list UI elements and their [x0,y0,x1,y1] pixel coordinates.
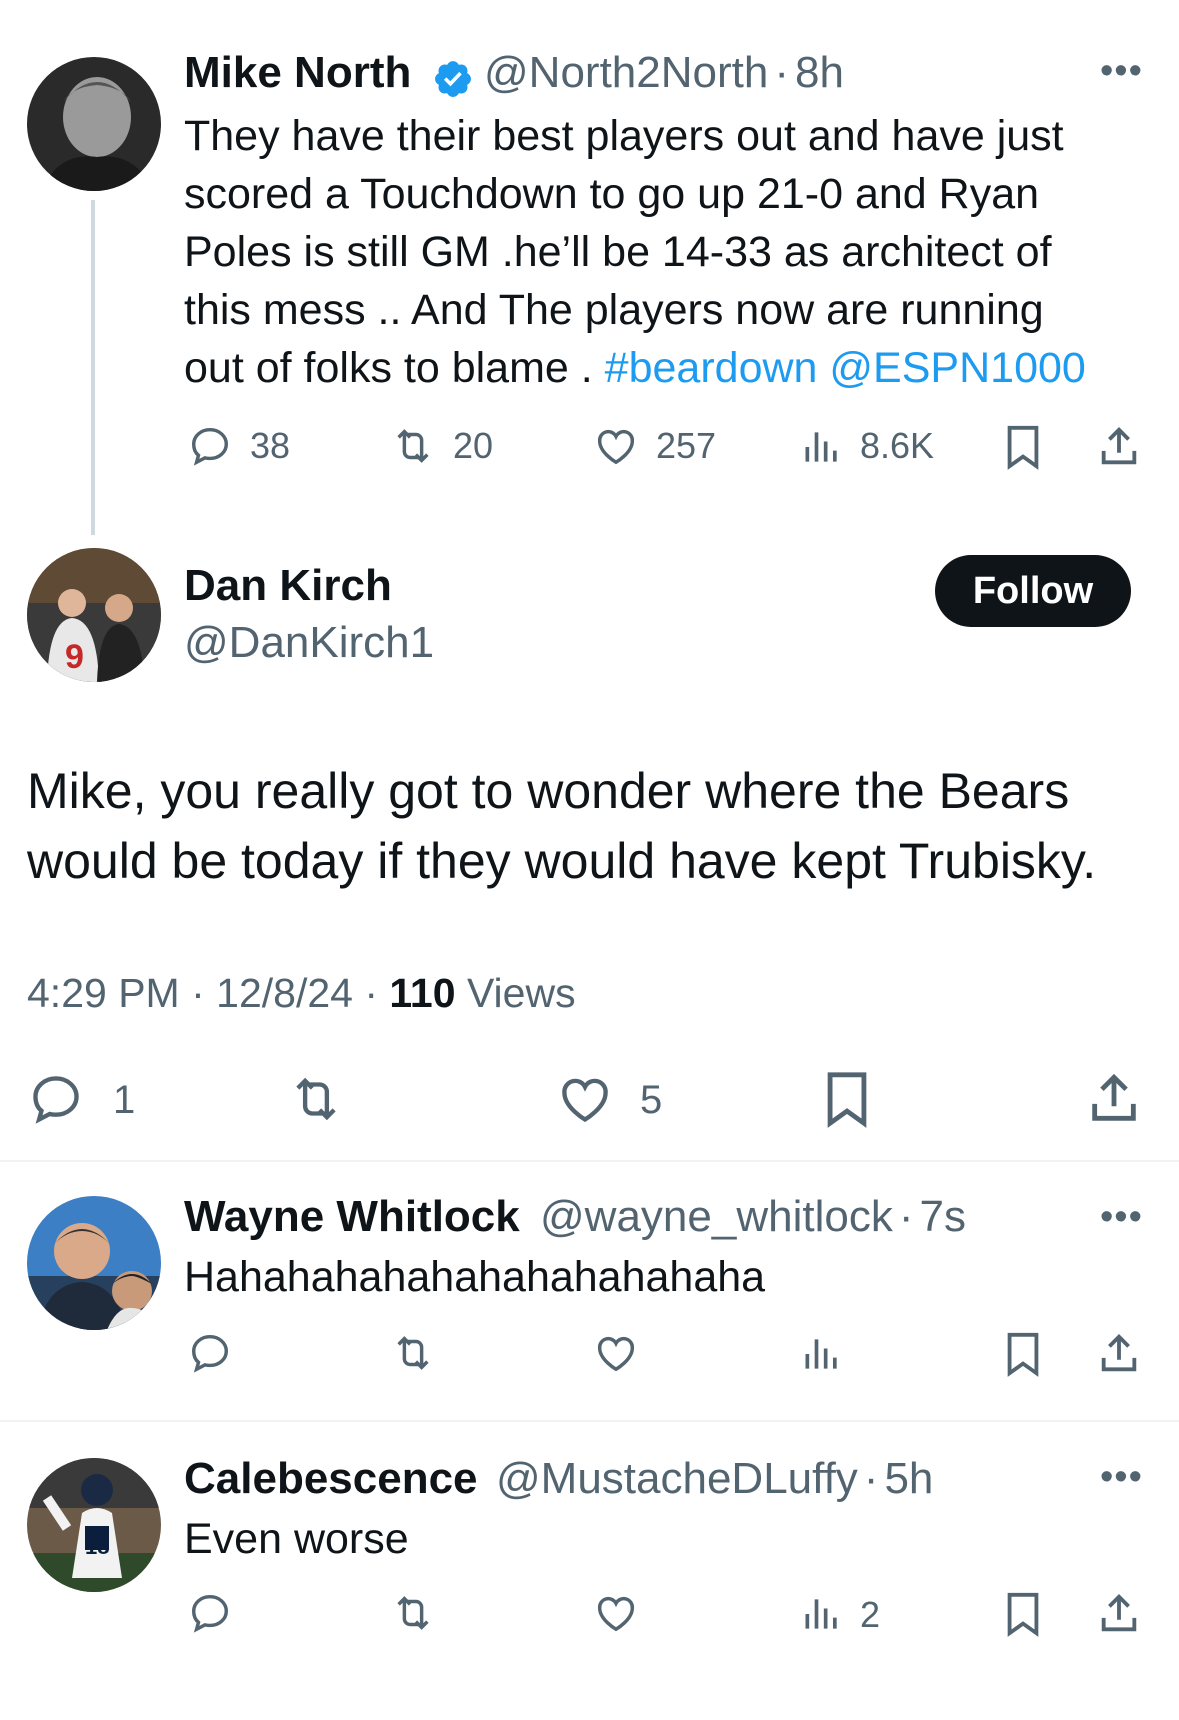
tweet-text-span: out of folks to blame . [184,344,605,392]
svg-text:18: 18 [85,1534,109,1559]
focus-tweet-text: Mike, you really got to wonder where the… [27,756,1157,896]
tweet-date[interactable]: 12/8/24 [216,970,353,1016]
author-name[interactable]: Calebescence [184,1454,478,1504]
hashtag-link[interactable]: #beardown [605,344,818,392]
share-icon[interactable] [1095,1331,1143,1377]
author-name[interactable]: Dan Kirch [184,561,392,611]
separator: · [774,48,789,97]
tweet-time[interactable]: 4:29 PM [27,970,180,1016]
retweet-icon[interactable] [388,1590,438,1636]
tweet-text-line: Mike, you really got to wonder where the… [27,763,1070,819]
tweet-text-line: Poles is still GM .he’ll be 14-33 as arc… [184,228,1052,276]
reply-count: 1 [113,1078,136,1122]
views-count: 2 [860,1594,881,1635]
avatar-dan-kirch[interactable]: 9 [27,548,161,682]
share-icon[interactable] [1085,1070,1143,1128]
retweet-icon[interactable] [284,1070,348,1128]
views-icon[interactable] [800,1592,844,1636]
timestamp: 5h [884,1454,934,1503]
tweet-text-line: out of folks to blame . #beardown @ESPN1… [184,339,1144,397]
reply-count: 38 [250,425,291,466]
tweet-text-line: scored a Touchdown to go up 21-0 and Rya… [184,170,1040,218]
bookmark-icon[interactable] [1003,1331,1043,1377]
thread-line [91,200,95,535]
avatar-mike-north[interactable] [27,57,161,191]
reply-icon[interactable] [187,1590,233,1636]
tweet-text: Even worse [184,1515,409,1563]
bookmark-icon[interactable] [1003,424,1043,470]
tweet-text-line: this mess .. And The players now are run… [184,286,1044,334]
tweet-text: They have their best players out and hav… [184,107,1144,397]
more-icon[interactable]: ••• [1100,1196,1143,1239]
verified-icon [435,61,471,97]
author-handle[interactable]: @DanKirch1 [184,618,434,668]
svg-text:9: 9 [65,638,84,676]
follow-button[interactable]: Follow [935,555,1131,627]
views-number: 110 [389,970,456,1016]
like-icon[interactable] [555,1070,615,1128]
author-name[interactable]: Wayne Whitlock [184,1192,520,1242]
like-icon[interactable] [592,423,640,469]
views-label: Views [466,970,576,1016]
views-count: 8.6K [860,425,935,466]
separator: · [898,1192,914,1241]
separator: · [352,970,390,1016]
like-count: 257 [656,425,717,466]
mention-link[interactable]: @ESPN1000 [829,344,1085,392]
handle-text: @MustacheDLuffy [496,1454,858,1503]
timestamp: 8h [794,48,844,97]
author-handle[interactable]: @MustacheDLuffy · 5h [496,1454,933,1504]
like-count: 5 [640,1078,663,1122]
divider [0,1420,1179,1422]
handle-text: @North2North [484,48,769,97]
reply-icon[interactable] [187,1330,233,1376]
tweet-meta: 4:29 PM · 12/8/24 · 110 Views [27,970,576,1017]
more-icon[interactable]: ••• [1100,1456,1143,1499]
tweet-text-line: would be today if they would have kept T… [27,833,1097,889]
bookmark-icon[interactable] [1003,1591,1043,1637]
share-icon[interactable] [1095,424,1143,470]
views-icon[interactable] [800,425,844,469]
retweet-count: 20 [453,425,494,466]
author-handle[interactable]: @wayne_whitlock · 7s [540,1192,966,1242]
tweet-text-line: They have their best players out and hav… [184,112,1064,160]
more-icon[interactable]: ••• [1100,50,1143,93]
author-name[interactable]: Mike North [184,48,411,98]
avatar-wayne-whitlock[interactable] [27,1196,161,1330]
reply-icon[interactable] [187,423,233,469]
bookmark-icon[interactable] [822,1070,872,1128]
like-icon[interactable] [592,1330,640,1376]
tweet-text: Hahahahahahahahahahahaha [184,1253,766,1301]
retweet-icon[interactable] [388,423,438,469]
separator: · [863,1454,879,1503]
views-icon[interactable] [800,1332,844,1376]
reply-icon[interactable] [27,1070,85,1128]
author-handle[interactable]: @North2North · 8h [484,48,844,98]
divider [0,1160,1179,1162]
separator: · [179,970,217,1016]
handle-text: @wayne_whitlock [540,1192,893,1241]
like-icon[interactable] [592,1590,640,1636]
retweet-icon[interactable] [388,1330,438,1376]
share-icon[interactable] [1095,1591,1143,1637]
timestamp: 7s [919,1192,966,1241]
avatar-calebescence[interactable]: 18 [27,1458,161,1592]
